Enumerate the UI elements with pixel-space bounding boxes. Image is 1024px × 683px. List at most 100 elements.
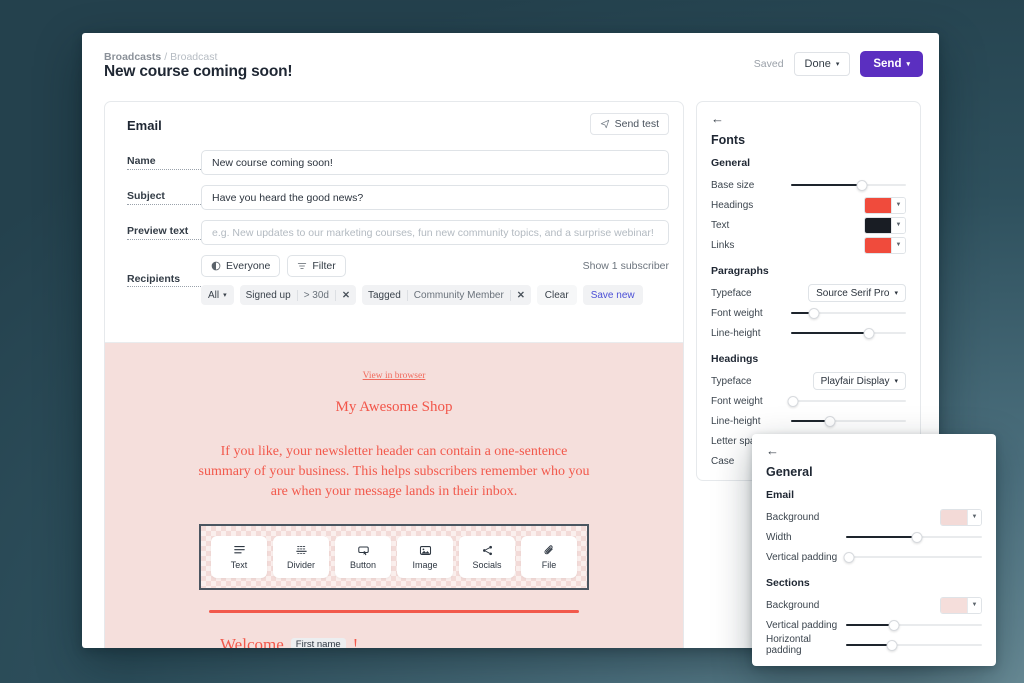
- insert-block-socials-label: Socials: [472, 560, 502, 571]
- email-vertical-padding-label: Vertical padding: [766, 551, 838, 563]
- control-sections-horizontal-padding: Horizontal padding: [766, 634, 982, 656]
- control-text-color: Text ▼: [711, 215, 906, 235]
- view-in-browser-link[interactable]: View in browser: [105, 371, 683, 381]
- paragraph-line-height-slider[interactable]: [791, 327, 906, 339]
- chip-key: Tagged: [367, 289, 401, 301]
- control-links-color: Links ▼: [711, 235, 906, 255]
- chip-remove-icon[interactable]: ✕: [509, 289, 531, 301]
- merge-tag-first-name[interactable]: First name: [290, 637, 346, 648]
- send-button-label: Send: [873, 58, 902, 70]
- email-divider-rule: [209, 609, 579, 613]
- heading-typeface-select[interactable]: Playfair Display ▾: [812, 372, 906, 390]
- name-input[interactable]: [201, 150, 669, 175]
- filter-chips: All ▾ Signed up > 30d ✕ Tagged Community…: [201, 285, 669, 305]
- email-width-slider[interactable]: [846, 531, 982, 543]
- scope-select-label: All: [208, 289, 220, 301]
- insert-block-socials[interactable]: Socials: [459, 535, 515, 578]
- email-background-swatch[interactable]: ▼: [940, 508, 982, 526]
- chevron-down-icon: ▾: [835, 60, 840, 68]
- sections-background-swatch[interactable]: ▼: [940, 596, 982, 614]
- email-vertical-padding-slider[interactable]: [843, 551, 982, 563]
- save-new-filter-button[interactable]: Save new: [582, 285, 643, 305]
- text-color-swatch[interactable]: ▼: [864, 216, 906, 234]
- insert-block-button-label: Button: [349, 560, 377, 571]
- preview-text-label: Preview text: [127, 225, 201, 240]
- filter-chip-signed-up[interactable]: Signed up > 30d ✕: [239, 285, 356, 305]
- name-label: Name: [127, 155, 201, 170]
- headings-color-swatch[interactable]: ▼: [864, 196, 906, 214]
- paragraph-typeface-label: Typeface: [711, 287, 752, 299]
- block-insert-toolbar: Text Divider Button Image Socials File: [199, 523, 589, 590]
- heading-typeface-label: Typeface: [711, 375, 752, 387]
- welcome-heading[interactable]: Welcome First name !: [220, 635, 683, 648]
- share-icon: [481, 543, 494, 557]
- scope-select[interactable]: All ▾: [201, 285, 234, 305]
- heading-line-height-label: Line-height: [711, 415, 761, 427]
- insert-block-divider[interactable]: Divider: [273, 535, 329, 578]
- subject-input[interactable]: [201, 185, 669, 210]
- control-email-vertical-padding: Vertical padding: [766, 547, 982, 567]
- topbar-actions: Saved Done ▾ Send ▾: [754, 51, 923, 77]
- sections-horizontal-padding-slider[interactable]: [846, 639, 982, 651]
- filter-button[interactable]: Filter: [287, 255, 346, 277]
- control-heading-typeface: Typeface Playfair Display ▾: [711, 371, 906, 391]
- email-form: Name Subject Preview text Recipients: [105, 150, 683, 305]
- base-size-slider[interactable]: [791, 179, 906, 191]
- general-floating-panel: ← General Email Background ▼ Width Verti…: [752, 434, 996, 666]
- send-test-icon: [600, 119, 609, 129]
- insert-block-text[interactable]: Text: [211, 535, 267, 578]
- panel-back-icon[interactable]: ←: [711, 112, 906, 125]
- welcome-exclamation: !: [352, 634, 359, 648]
- control-heading-font-weight: Font weight: [711, 391, 906, 411]
- general-panel-back-icon[interactable]: ←: [766, 444, 982, 457]
- send-test-button[interactable]: Send test: [589, 113, 669, 135]
- button-icon: [357, 543, 370, 557]
- everyone-button[interactable]: Everyone: [201, 255, 281, 277]
- control-paragraph-line-height: Line-height: [711, 323, 906, 343]
- control-sections-vertical-padding: Vertical padding: [766, 615, 982, 635]
- links-color-swatch[interactable]: ▼: [864, 236, 906, 254]
- chevron-down-icon: ▾: [894, 377, 898, 385]
- heading-typeface-value: Playfair Display: [820, 375, 890, 387]
- insert-block-button[interactable]: Button: [335, 535, 391, 578]
- send-button[interactable]: Send ▾: [860, 51, 923, 77]
- heading-line-height-slider[interactable]: [791, 415, 906, 427]
- editor-header: Email Send test: [105, 102, 683, 150]
- filter-chip-tagged[interactable]: Tagged Community Member ✕: [361, 285, 531, 305]
- done-button[interactable]: Done ▾: [793, 52, 851, 76]
- insert-block-image-label: Image: [412, 560, 438, 571]
- chip-remove-icon[interactable]: ✕: [335, 289, 356, 301]
- paragraph-typeface-select[interactable]: Source Serif Pro ▾: [808, 284, 906, 302]
- subject-label: Subject: [127, 190, 201, 205]
- heading-font-weight-slider[interactable]: [787, 395, 906, 407]
- fonts-section-paragraphs-label: Paragraphs: [711, 265, 769, 277]
- header-copy-text[interactable]: If you like, your newsletter header can …: [194, 442, 594, 502]
- text-lines-icon: [233, 543, 246, 557]
- pie-icon: [211, 261, 221, 271]
- chip-value: Community Member: [406, 289, 510, 301]
- sections-horizontal-padding-label: Horizontal padding: [766, 634, 812, 656]
- links-color-label: Links: [711, 239, 735, 251]
- control-paragraph-typeface: Typeface Source Serif Pro ▾: [711, 283, 906, 303]
- sections-vertical-padding-slider[interactable]: [846, 619, 982, 631]
- paragraph-font-weight-slider[interactable]: [791, 307, 906, 319]
- base-size-label: Base size: [711, 179, 755, 191]
- preview-text-input[interactable]: [201, 220, 669, 245]
- paragraph-line-height-label: Line-height: [711, 327, 761, 339]
- clear-filters-button[interactable]: Clear: [536, 285, 577, 305]
- sections-vertical-padding-label: Vertical padding: [766, 619, 838, 631]
- control-paragraph-font-weight: Font weight: [711, 303, 906, 323]
- insert-block-file[interactable]: File: [521, 535, 577, 578]
- breadcrumb-root[interactable]: Broadcasts: [104, 51, 161, 63]
- email-editor-card: Email Send test Name Subject Preview tex…: [104, 101, 684, 648]
- chevron-down-icon: ▼: [891, 237, 905, 253]
- shop-name-heading[interactable]: My Awesome Shop: [105, 399, 683, 416]
- control-headings-color: Headings ▼: [711, 195, 906, 215]
- sections-background-label: Background: [766, 599, 820, 611]
- insert-block-image[interactable]: Image: [397, 535, 453, 578]
- filter-icon: [298, 263, 307, 269]
- subscriber-count[interactable]: Show 1 subscriber: [583, 260, 669, 272]
- control-email-background: Background ▼: [766, 507, 982, 527]
- filter-label: Filter: [312, 260, 336, 272]
- field-row-recipients: Recipients Everyone Filter Show 1 subscr…: [127, 255, 669, 305]
